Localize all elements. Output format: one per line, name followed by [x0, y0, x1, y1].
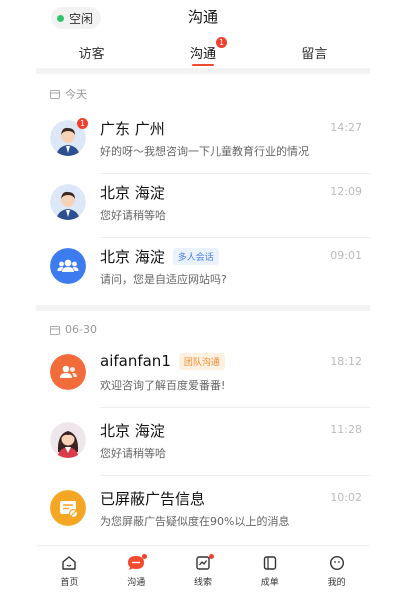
app-screen: 空闲 沟通 访客 沟通 1 留言 今天 1 广东 广州 好的呀～我想咨询一下儿童… — [36, 0, 370, 600]
conversation-row[interactable]: 已屏蔽广告信息 为您屏蔽广告疑似度在90%以上的消息 10:02 — [36, 478, 370, 544]
section-date-label: 今天 — [65, 88, 87, 101]
nav-label: 成单 — [260, 578, 279, 588]
message-time: 11:28 — [330, 423, 362, 436]
name-text: 已屏蔽广告信息 — [100, 490, 206, 508]
message-preview: 好的呀～我想咨询一下儿童教育行业的情况 — [100, 145, 309, 158]
group-icon — [50, 248, 86, 284]
conversation-row[interactable]: 北京 海淀 多人会话 请问，您是自适应网站吗? 09:01 — [36, 236, 370, 302]
conversation-row[interactable]: 北京 海淀 您好请稍等哈 12:09 — [36, 172, 370, 238]
tab-label: 访客 — [78, 47, 105, 62]
message-time: 10:02 — [330, 491, 362, 504]
order-icon — [263, 556, 276, 570]
conversation-name: aifanfan1 团队沟通 — [100, 352, 225, 370]
message-preview: 您好请稍等哈 — [100, 447, 166, 460]
message-time: 18:12 — [330, 355, 362, 368]
female-agent-avatar — [50, 422, 86, 458]
name-text: 北京 海淀 — [100, 422, 165, 440]
conversation-name: 北京 海淀 — [100, 420, 165, 441]
name-text: 北京 海淀 — [100, 184, 165, 202]
nav-chat[interactable]: 沟通 — [103, 546, 170, 600]
male-agent-avatar — [50, 184, 86, 220]
message-time: 12:09 — [330, 185, 362, 198]
conversation-name: 已屏蔽广告信息 — [100, 488, 205, 509]
multi-party-tag: 多人会话 — [172, 248, 219, 265]
team-chat-tag: 团队沟通 — [178, 352, 225, 370]
nav-label: 我的 — [327, 578, 346, 588]
message-time: 14:27 — [330, 121, 362, 134]
row-separator — [100, 407, 370, 408]
name-text: 广东 广州 — [100, 120, 165, 138]
nav-label: 首页 — [60, 578, 79, 588]
message-preview: 您好请稍等哈 — [100, 209, 166, 222]
tab-chat[interactable]: 沟通 1 — [147, 37, 258, 66]
name-text: aifanfan1 — [100, 352, 171, 370]
nav-label: 沟通 — [127, 578, 146, 588]
calendar-icon — [50, 325, 60, 335]
nav-notification-dot — [142, 554, 148, 559]
page-title: 沟通 — [187, 8, 218, 26]
tab-label: 留言 — [301, 47, 328, 62]
conversation-row[interactable]: 1 广东 广州 好的呀～我想咨询一下儿童教育行业的情况 14:27 — [36, 108, 370, 174]
message-preview: 欢迎咨询了解百度爱番番! — [100, 379, 226, 392]
active-tab-indicator — [191, 64, 214, 66]
tab-visitors[interactable]: 访客 — [36, 38, 147, 66]
section-date-today: 今天 — [50, 86, 87, 102]
conversation-name: 北京 海淀 多人会话 — [100, 246, 219, 267]
section-divider — [36, 305, 370, 311]
blocked-ad-icon — [50, 490, 86, 526]
message-time: 09:01 — [330, 249, 362, 262]
conversation-row[interactable]: 北京 海淀 您好请稍等哈 11:28 — [36, 410, 370, 476]
message-preview: 为您屏蔽广告疑似度在90%以上的消息 — [100, 515, 290, 528]
nav-home[interactable]: 首页 — [36, 546, 103, 600]
name-text: 北京 海淀 — [100, 248, 165, 266]
conversation-name: 广东 广州 — [100, 118, 165, 139]
section-date-label: 06-30 — [65, 323, 97, 336]
tab-unread-badge: 1 — [215, 37, 227, 48]
message-preview: 请问，您是自适应网站吗? — [100, 273, 227, 286]
conversation-name: 北京 海淀 — [100, 182, 165, 203]
tab-bar: 访客 沟通 1 留言 — [36, 37, 370, 66]
nav-orders[interactable]: 成单 — [236, 546, 303, 600]
tab-label: 沟通 — [189, 47, 216, 62]
calendar-icon — [50, 90, 60, 99]
team-icon — [50, 354, 86, 390]
row-separator — [100, 475, 370, 476]
section-date-0630: 06-30 — [50, 323, 97, 336]
section-divider — [36, 68, 370, 74]
nav-leads[interactable]: 线索 — [170, 546, 237, 600]
nav-profile[interactable]: 我的 — [303, 546, 370, 600]
unread-badge: 1 — [77, 118, 88, 129]
nav-label: 线索 — [193, 578, 212, 588]
conversation-row[interactable]: aifanfan1 团队沟通 欢迎咨询了解百度爱番番! 18:12 — [36, 342, 370, 408]
home-icon — [62, 556, 77, 570]
profile-icon — [329, 555, 344, 571]
nav-notification-dot — [208, 554, 214, 559]
tab-messages[interactable]: 留言 — [259, 38, 370, 66]
bottom-nav: 首页 沟通 线索 成单 我的 — [36, 545, 370, 600]
